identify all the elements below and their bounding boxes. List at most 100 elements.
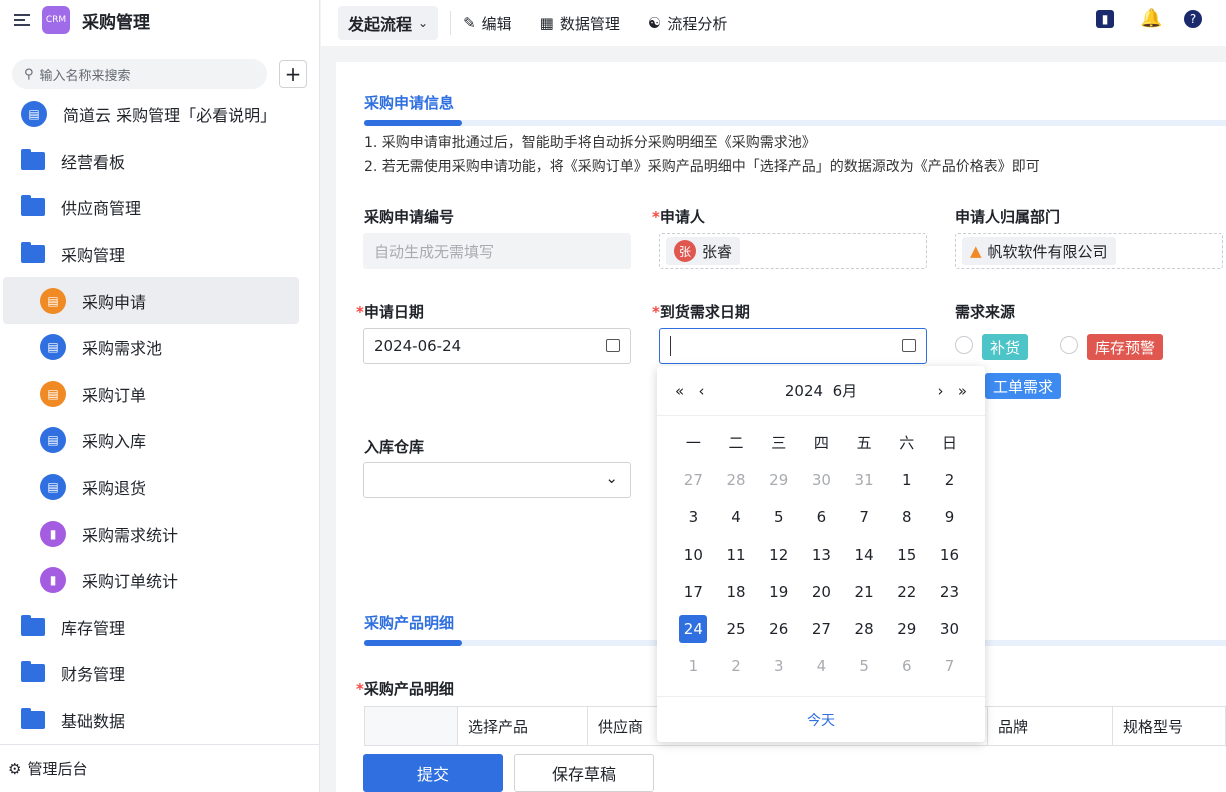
field-label: 入库仓库	[364, 438, 425, 456]
prev-year-icon[interactable]: «	[675, 382, 684, 400]
calendar-day[interactable]: 31	[843, 461, 886, 498]
calendar-day[interactable]: 6	[800, 499, 843, 536]
day-number: 3	[773, 657, 784, 676]
calendar-day[interactable]: 30	[800, 461, 843, 498]
sidebar-item[interactable]: 供应商管理	[3, 184, 299, 231]
calendar-day[interactable]: 19	[757, 573, 800, 610]
calendar-day[interactable]: 27	[800, 610, 843, 647]
calendar-icon	[606, 339, 620, 352]
calendar-day[interactable]: 5	[757, 499, 800, 536]
submit-button[interactable]: 提交	[363, 754, 503, 792]
sidebar-item[interactable]: ▤ 采购申请	[3, 277, 299, 324]
calendar-day[interactable]: 14	[843, 536, 886, 573]
calendar-day[interactable]: 1	[672, 648, 715, 685]
bell-icon[interactable]: 🔔	[1140, 10, 1162, 28]
calendar-day[interactable]: 29	[885, 610, 928, 647]
sidebar-item[interactable]: 采购管理	[3, 231, 299, 278]
doc-icon: ▤	[21, 101, 47, 128]
day-number: 3	[688, 508, 699, 527]
save-draft-button[interactable]: 保存草稿	[514, 754, 654, 792]
calendar-day[interactable]: 30	[928, 610, 971, 647]
day-number: 26	[769, 620, 789, 639]
calendar-day[interactable]: 13	[800, 536, 843, 573]
add-button[interactable]: +	[279, 60, 307, 88]
calendar-day[interactable]: 10	[672, 536, 715, 573]
sidebar-item[interactable]: ▤ 简道云 采购管理「必看说明」	[3, 91, 299, 138]
sidebar-item[interactable]: ▮ 采购需求统计	[3, 510, 299, 557]
prev-month-icon[interactable]: ‹	[699, 382, 705, 400]
calendar-day[interactable]: 12	[757, 536, 800, 573]
folder-icon	[21, 708, 45, 730]
calendar-day[interactable]: 7	[928, 648, 971, 685]
search-input[interactable]: ⚲ 输入名称来搜索	[12, 59, 267, 89]
sidebar-item[interactable]: 财务管理	[3, 650, 299, 697]
calendar-day[interactable]: 25	[715, 610, 758, 647]
calendar-day[interactable]: 28	[843, 610, 886, 647]
today-button[interactable]: 今天	[657, 696, 985, 742]
menu-icon[interactable]	[14, 14, 30, 26]
placeholder: 自动生成无需填写	[374, 242, 495, 261]
warehouse-select[interactable]: ⌄	[363, 462, 631, 498]
radio-source-replenish[interactable]	[955, 336, 973, 354]
calendar-day[interactable]: 21	[843, 573, 886, 610]
calendar-day[interactable]: 3	[672, 499, 715, 536]
year[interactable]: 2024	[785, 382, 823, 400]
calendar-day[interactable]: 23	[928, 573, 971, 610]
calendar-day[interactable]: 16	[928, 536, 971, 573]
help-icon[interactable]: ?	[1184, 10, 1202, 28]
next-month-icon[interactable]: ›	[938, 382, 944, 400]
next-year-icon[interactable]: »	[958, 382, 967, 400]
sidebar-item[interactable]: ▤ 采购入库	[3, 417, 299, 464]
book-icon[interactable]: ▮	[1096, 10, 1114, 28]
calendar-day[interactable]: 17	[672, 573, 715, 610]
calendar-day[interactable]: 18	[715, 573, 758, 610]
label-text: 申请日期	[363, 303, 424, 321]
arrival-date-field[interactable]	[659, 328, 927, 364]
calendar-day[interactable]: 27	[672, 461, 715, 498]
applicant-field[interactable]: 张张睿	[659, 233, 927, 269]
calendar-day[interactable]: 28	[715, 461, 758, 498]
sidebar-item[interactable]: ▮ 采购订单统计	[3, 557, 299, 604]
day-number: 1	[688, 657, 699, 676]
sidebar-item[interactable]: ▤ 采购需求池	[3, 324, 299, 371]
calendar-day[interactable]: 4	[800, 648, 843, 685]
sidebar-item[interactable]: 库存管理	[3, 604, 299, 651]
calendar-day[interactable]: 4	[715, 499, 758, 536]
launch-flow-button[interactable]: 发起流程 ⌄	[338, 6, 439, 40]
calendar-day[interactable]: 2	[928, 461, 971, 498]
calendar-day-selected[interactable]: 24	[672, 610, 715, 647]
admin-link[interactable]: ⚙ 管理后台	[0, 744, 320, 792]
calendar-day[interactable]: 11	[715, 536, 758, 573]
month[interactable]: 6月	[833, 382, 858, 400]
flow-analysis-button[interactable]: ☯ 流程分析	[648, 13, 727, 34]
calendar-day[interactable]: 6	[885, 648, 928, 685]
calendar-day[interactable]: 22	[885, 573, 928, 610]
calendar-day[interactable]: 2	[715, 648, 758, 685]
calendar-day[interactable]: 20	[800, 573, 843, 610]
calendar-day[interactable]: 9	[928, 499, 971, 536]
weekday-header: 六	[899, 434, 915, 453]
section-title: 采购申请信息	[364, 94, 455, 112]
calendar-day[interactable]: 1	[885, 461, 928, 498]
sidebar-item[interactable]: 基础数据	[3, 697, 299, 744]
calendar-day[interactable]: 7	[843, 499, 886, 536]
sidebar-item[interactable]: ▤ 采购订单	[3, 371, 299, 418]
radio-source-warning[interactable]	[1060, 336, 1078, 354]
calendar-day[interactable]: 8	[885, 499, 928, 536]
request-date-field[interactable]: 2024-06-24	[363, 328, 631, 364]
calendar-day[interactable]: 3	[757, 648, 800, 685]
calendar-day[interactable]: 26	[757, 610, 800, 647]
data-manage-button[interactable]: ▦ 数据管理	[540, 13, 620, 34]
folder-open-icon	[21, 242, 45, 264]
analysis-label: 流程分析	[667, 14, 728, 33]
department-field[interactable]: ▲ 帆软软件有限公司	[955, 233, 1223, 269]
sidebar-item[interactable]: 经营看板	[3, 138, 299, 185]
calendar-day[interactable]: 29	[757, 461, 800, 498]
applicant-name: 张睿	[702, 242, 733, 261]
calendar-day[interactable]: 15	[885, 536, 928, 573]
sidebar-item-label: 采购退货	[82, 479, 147, 499]
sidebar-item[interactable]: ▤ 采购退货	[3, 464, 299, 511]
calendar-day[interactable]: 5	[843, 648, 886, 685]
edit-button[interactable]: ✎ 编辑	[463, 13, 512, 34]
day-number: 25	[726, 620, 746, 639]
